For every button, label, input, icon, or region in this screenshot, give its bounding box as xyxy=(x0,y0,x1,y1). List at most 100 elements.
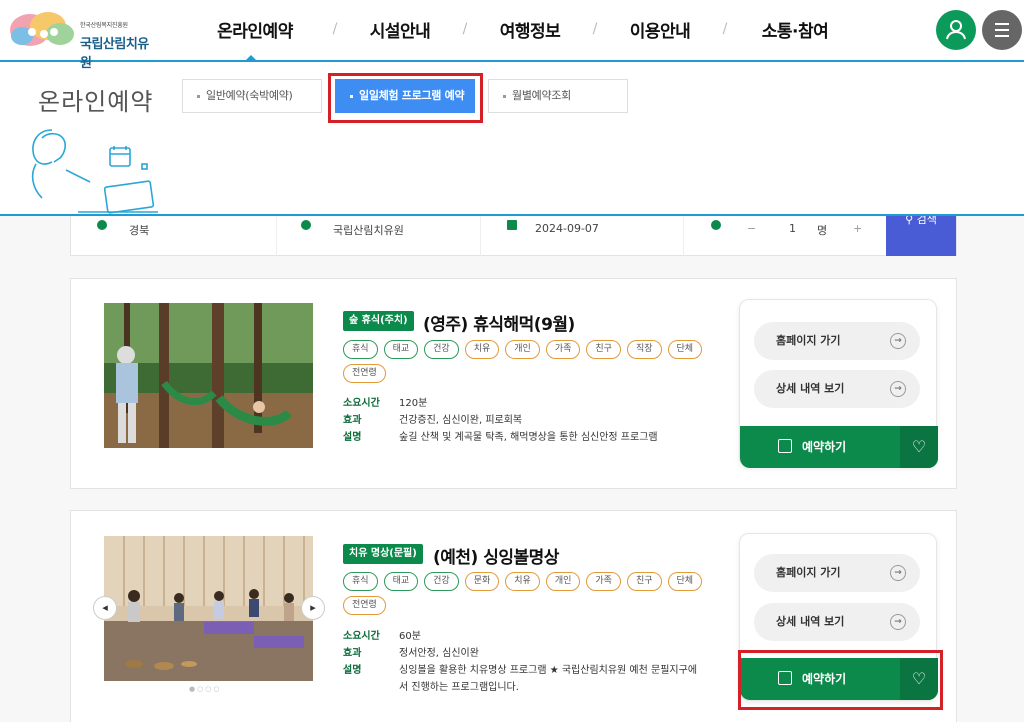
arrow-right-icon: → xyxy=(890,333,906,349)
tag: 직장 xyxy=(626,340,662,359)
nav-item-online-reservation[interactable]: 온라인예약 xyxy=(200,17,310,42)
location-icon xyxy=(97,220,107,230)
homepage-label: 홈페이지 가기 xyxy=(776,334,841,347)
arrow-right-icon: → xyxy=(890,381,906,397)
description-value: 숲길 산책 및 계곡물 탁족, 해먹명상을 통한 심신안정 프로그램 xyxy=(399,432,658,443)
divider xyxy=(683,216,684,256)
program-photo-hammock[interactable] xyxy=(104,303,313,448)
arrow-right-icon: → xyxy=(890,614,906,630)
menu-button[interactable] xyxy=(982,10,1022,50)
tag: 치유 xyxy=(505,572,540,591)
logo-name: 국립산림치유원 xyxy=(80,37,149,71)
facility-select[interactable]: 국립산림치유원 xyxy=(301,220,475,238)
tag: 개인 xyxy=(545,572,581,591)
reservation-illustration xyxy=(31,129,158,214)
chevron-right-icon: ▸ xyxy=(310,601,316,614)
nav-separator: / xyxy=(592,21,598,37)
tag-list: 휴식 태교 건강 문화 치유 개인 가족 친구 단체 전연령 xyxy=(343,572,713,615)
heart-icon[interactable]: ♡ xyxy=(900,426,938,468)
site-logo[interactable]: 한국산림복지진흥원 국립산림치유원 xyxy=(8,8,158,71)
tag-list: 휴식 태교 건강 치유 개인 가족 친구 직장 단체 전연령 xyxy=(343,340,713,383)
logo-mark-icon xyxy=(10,12,74,46)
tab-general-reservation[interactable]: 일반예약(숙박예약) xyxy=(182,79,322,113)
active-nav-caret xyxy=(244,55,258,62)
slider-dots[interactable]: ●○○○ xyxy=(189,685,221,693)
submenu-title: 온라인예약 xyxy=(38,88,154,116)
tag: 가족 xyxy=(545,340,581,359)
homepage-button[interactable]: 홈페이지 가기 → xyxy=(754,554,920,592)
minus-button[interactable]: − xyxy=(747,222,756,235)
reserve-button[interactable]: 예약하기 ♡ xyxy=(740,426,938,468)
slider-next-button[interactable]: ▸ xyxy=(301,596,325,620)
description-label: 설명 xyxy=(343,432,362,443)
user-button[interactable] xyxy=(936,10,976,50)
hamburger-menu-icon xyxy=(995,23,1009,37)
nav-separator: / xyxy=(722,21,728,37)
people-count: 1 xyxy=(789,222,796,235)
tag: 휴식 xyxy=(343,572,378,591)
bullet-icon xyxy=(503,94,506,98)
effect-value: 정서안정, 심신이완 xyxy=(399,648,479,659)
category-badge: 숲 휴식(주치) xyxy=(343,311,414,331)
divider xyxy=(276,216,277,256)
divider xyxy=(480,216,481,256)
tag: 건강 xyxy=(424,572,459,591)
category-badge: 치유 명상(문필) xyxy=(343,544,423,564)
tag: 가족 xyxy=(586,572,621,591)
region-value: 경북 xyxy=(129,224,150,237)
program-title[interactable]: (영주) 휴식해먹(9월) xyxy=(423,310,575,335)
date-value: 2024-09-07 xyxy=(535,222,599,235)
description-value: 싱잉볼을 활용한 치유명상 프로그램 ★ 국립산림치유원 예천 문필지구에서 진… xyxy=(399,665,698,693)
highlight-box-day-program-tab xyxy=(328,73,483,123)
tab-label: 월별예약조회 xyxy=(512,89,571,102)
program-info: 소요시간 60분 효과 정서안정, 심신이완 설명 싱잉볼을 활용한 치유명상 프로그… xyxy=(343,628,699,696)
nav-item-usage[interactable]: 이용안내 xyxy=(620,17,700,42)
duration-label: 소요시간 xyxy=(343,398,380,409)
main-nav: 온라인예약 / 시설안내 / 여행정보 / 이용안내 / 소통·참여 xyxy=(200,0,840,58)
tag: 치유 xyxy=(464,340,500,359)
tag: 휴식 xyxy=(343,340,378,359)
detail-button[interactable]: 상세 내역 보기 → xyxy=(754,603,920,641)
tag: 태교 xyxy=(383,572,419,591)
chevron-left-icon: ◂ xyxy=(102,601,108,614)
detail-button[interactable]: 상세 내역 보기 → xyxy=(754,370,920,408)
slider-prev-button[interactable]: ◂ xyxy=(93,596,117,620)
nav-item-travel[interactable]: 여행정보 xyxy=(490,17,570,42)
site-header: 한국산림복지진흥원 국립산림치유원 온라인예약 / 시설안내 / 여행정보 / … xyxy=(0,0,1024,71)
person-icon xyxy=(711,220,721,230)
facility-value: 국립산림치유원 xyxy=(333,224,404,237)
online-reservation-submenu: 온라인예약 일반예약(숙박예약) 일일체험 프로그램 예약 월별예약조회 xyxy=(0,62,1024,216)
nav-item-community[interactable]: 소통·참여 xyxy=(750,17,840,42)
program-photo-singing-bowl[interactable] xyxy=(104,536,313,681)
detail-label: 상세 내역 보기 xyxy=(776,615,845,628)
logo-subtitle: 한국산림복지진흥원 xyxy=(80,22,128,29)
search-bar: 경북 국립산림치유원 2024-09-07 − 1 명 + ⚲ 검색 xyxy=(70,214,957,256)
calendar-check-icon xyxy=(778,439,792,453)
bullet-icon xyxy=(197,94,200,98)
highlight-box-reserve-button xyxy=(738,650,943,710)
homepage-button[interactable]: 홈페이지 가기 → xyxy=(754,322,920,360)
date-picker[interactable]: 2024-09-07 xyxy=(507,220,677,235)
reserve-label: 예약하기 xyxy=(802,440,847,454)
program-title[interactable]: (예천) 싱잉볼명상 xyxy=(433,543,559,568)
effect-label: 효과 xyxy=(343,648,362,659)
description-label: 설명 xyxy=(343,665,362,676)
effect-value: 건강증진, 심신이완, 피로회복 xyxy=(399,415,523,426)
tab-monthly-lookup[interactable]: 월별예약조회 xyxy=(488,79,628,113)
people-unit: 명 xyxy=(817,224,828,237)
calendar-icon xyxy=(507,220,517,230)
nav-separator: / xyxy=(332,21,338,37)
arrow-right-icon: → xyxy=(890,565,906,581)
program-info: 소요시간 120분 효과 건강증진, 심신이완, 피로회복 설명 숲길 산책 및 계곡… xyxy=(343,395,699,446)
homepage-label: 홈페이지 가기 xyxy=(776,566,841,579)
user-icon xyxy=(946,20,966,40)
search-button[interactable]: ⚲ 검색 xyxy=(886,214,956,256)
nav-item-facility[interactable]: 시설안내 xyxy=(360,17,440,42)
duration-value: 120분 xyxy=(399,398,428,409)
nav-separator: / xyxy=(462,21,468,37)
tag: 단체 xyxy=(667,340,703,359)
tag: 개인 xyxy=(505,340,540,359)
plus-button[interactable]: + xyxy=(853,222,862,235)
duration-value: 60분 xyxy=(399,631,421,642)
region-select[interactable]: 경북 xyxy=(97,220,271,238)
